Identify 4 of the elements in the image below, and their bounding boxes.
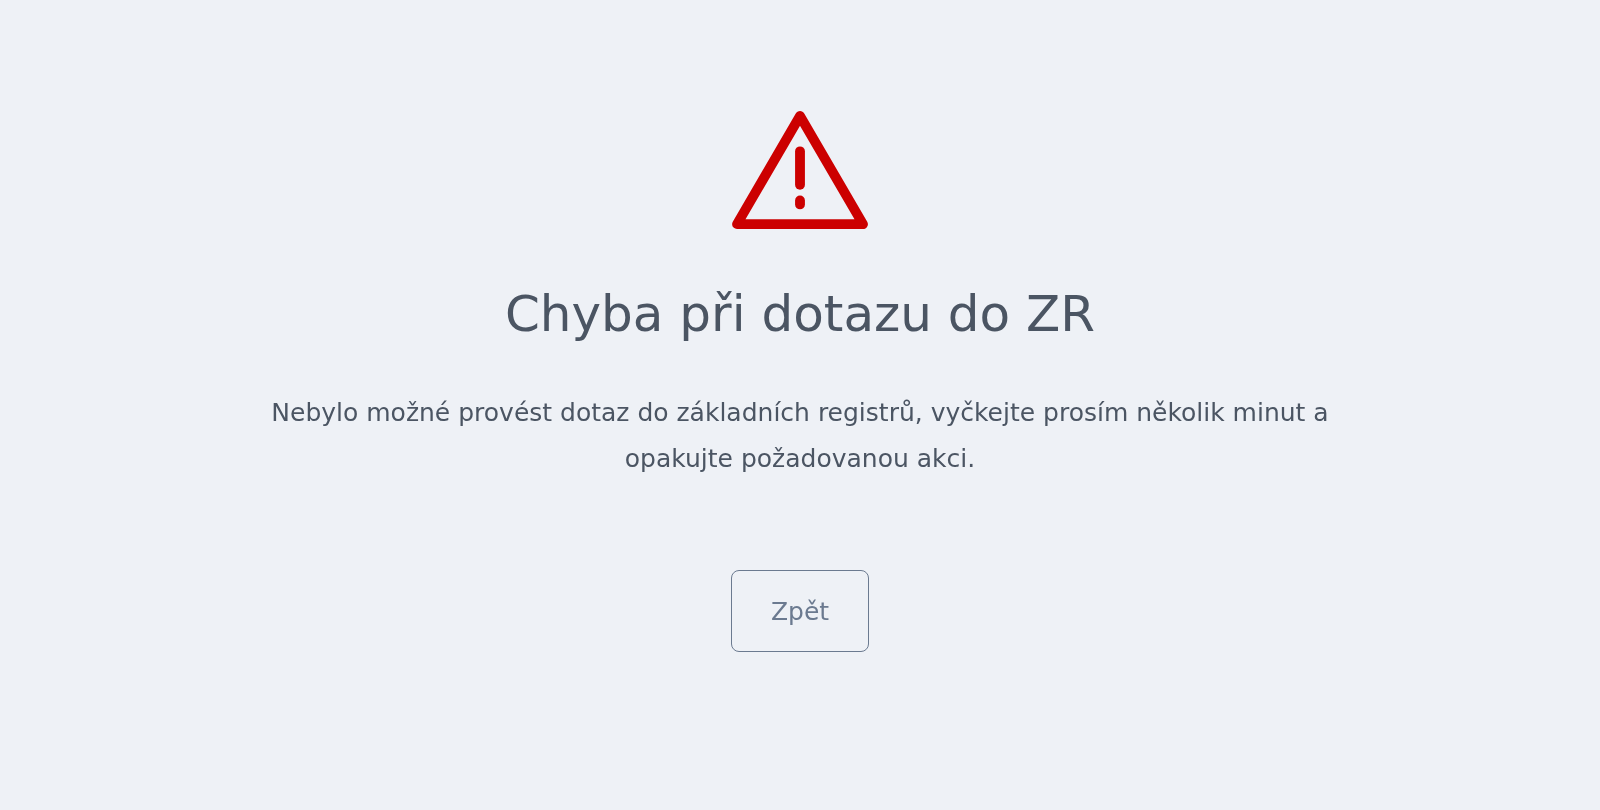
back-button[interactable]: Zpět <box>731 570 869 652</box>
warning-icon <box>731 110 869 232</box>
error-message: Nebylo možné provést dotaz do základních registrů, vyčkejte prosím několik minut a opakujte požadovanou akci. <box>270 397 1330 475</box>
error-title: Chyba při dotazu do ZR <box>504 284 1096 344</box>
